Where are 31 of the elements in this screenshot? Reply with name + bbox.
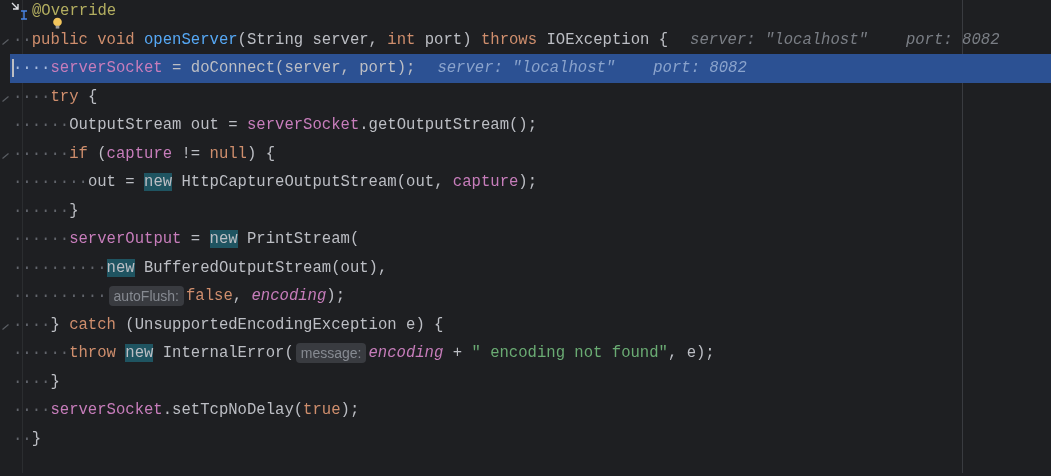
code-text: ··} (13, 429, 42, 448)
code-text: ······OutputStream out = serverSocket.getOutputStream(); (13, 116, 538, 135)
code-text: ····serverSocket.setTcpNoDelay(true); (13, 401, 360, 420)
code-text: ········out = new HttpCaptureOutputStream(out, capture); (13, 173, 538, 192)
code-text: ······throw new InternalError( (13, 344, 294, 363)
inlay-hint: message: (295, 343, 367, 364)
code-text: ····} (13, 372, 60, 391)
fold-icon[interactable] (2, 323, 9, 330)
inlay-hint: autoFlush: (108, 286, 184, 307)
debug-value: port: 8082 (653, 59, 747, 78)
code-text: ······if (capture != null) { (13, 144, 276, 163)
code-text: ··public void openServer(String server, int port) throws IOException { (13, 30, 669, 49)
code-text: encoding + " encoding not found", e); (368, 344, 715, 363)
code-text: ····serverSocket = doConnect(server, port); (13, 59, 416, 78)
lightbulb-icon[interactable] (52, 16, 63, 30)
text-cursor (12, 59, 14, 77)
debug-value: server: "localhost" (437, 59, 616, 78)
code-text: ······serverOutput = new PrintStream( (13, 230, 360, 249)
debug-value: server: "localhost" (690, 30, 868, 49)
code-text: false, encoding); (185, 287, 346, 306)
fold-icon[interactable] (2, 38, 9, 45)
code-text: ······} (13, 201, 79, 220)
implements-icon[interactable] (10, 1, 29, 21)
fold-icon[interactable] (2, 95, 9, 102)
code-text: ·········· (13, 287, 107, 306)
code-text: ····try { (13, 87, 98, 106)
code-text: @Override (32, 2, 117, 21)
debug-value: port: 8082 (905, 30, 1000, 49)
code-text: ····} catch (UnsupportedEncodingException e) { (13, 315, 444, 334)
fold-icon[interactable] (2, 152, 9, 159)
code-text: ··········new BufferedOutputStream(out), (13, 258, 388, 277)
